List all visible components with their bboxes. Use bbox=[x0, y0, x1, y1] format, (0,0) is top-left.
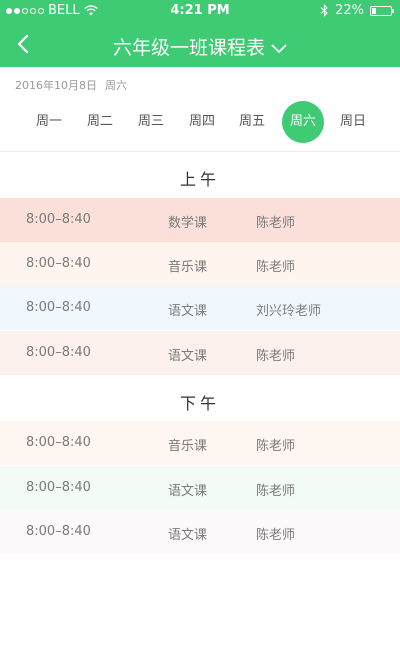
tab-saturday[interactable]: 周六 bbox=[282, 101, 324, 143]
class-time: 8:00–8:40 bbox=[26, 524, 91, 539]
teacher-name: 陈老师 bbox=[256, 528, 296, 543]
class-time: 8:00–8:40 bbox=[26, 480, 91, 495]
class-time: 8:00–8:40 bbox=[26, 212, 91, 227]
course-name: 语文课 bbox=[168, 349, 208, 364]
morning-label: 上午 bbox=[179, 170, 220, 189]
schedule-row[interactable]: 8:00–8:40 语文课 陈老师 bbox=[0, 331, 400, 375]
teacher-name: 陈老师 bbox=[256, 349, 296, 364]
class-time: 8:00–8:40 bbox=[26, 435, 91, 450]
date-weekday: 周六 bbox=[105, 79, 127, 92]
tab-sunday[interactable]: 周日 bbox=[332, 101, 374, 143]
afternoon-label: 下午 bbox=[179, 394, 220, 413]
app-header: BELL 4:21 PM 22% 六年级一班课程表 bbox=[0, 0, 400, 67]
class-selector[interactable]: 六年级一班课程表 bbox=[0, 33, 400, 60]
teacher-name: 陈老师 bbox=[256, 216, 296, 231]
current-date: 2016年10月8日 周六 bbox=[15, 77, 127, 93]
teacher-name: 陈老师 bbox=[256, 260, 296, 275]
tab-thursday[interactable]: 周四 bbox=[181, 101, 223, 143]
course-name: 音乐课 bbox=[168, 439, 208, 454]
divider bbox=[0, 151, 400, 152]
page-title: 六年级一班课程表 bbox=[112, 37, 265, 59]
week-tabs: 周一 周二 周三 周四 周五 周六 周日 bbox=[0, 100, 400, 144]
course-name: 语文课 bbox=[168, 304, 208, 319]
teacher-name: 刘兴玲老师 bbox=[256, 304, 322, 319]
tab-wednesday[interactable]: 周三 bbox=[130, 101, 172, 143]
schedule-row[interactable]: 8:00–8:40 音乐课 陈老师 bbox=[0, 421, 400, 465]
battery-icon bbox=[370, 5, 394, 16]
tab-friday[interactable]: 周五 bbox=[231, 101, 273, 143]
course-name: 音乐课 bbox=[168, 260, 208, 275]
bluetooth-icon bbox=[320, 4, 328, 17]
nav-bar: 六年级一班课程表 bbox=[0, 22, 400, 67]
course-name: 语文课 bbox=[168, 484, 208, 499]
tab-monday[interactable]: 周一 bbox=[28, 101, 70, 143]
schedule-row[interactable]: 8:00–8:40 音乐课 陈老师 bbox=[0, 242, 400, 286]
chevron-down-icon bbox=[271, 44, 287, 53]
course-name: 数学课 bbox=[168, 216, 208, 231]
class-time: 8:00–8:40 bbox=[26, 345, 91, 360]
schedule-row[interactable]: 8:00–8:40 数学课 陈老师 bbox=[0, 198, 400, 242]
status-bar: BELL 4:21 PM 22% bbox=[0, 0, 400, 22]
class-time: 8:00–8:40 bbox=[26, 300, 91, 315]
tab-tuesday[interactable]: 周二 bbox=[79, 101, 121, 143]
teacher-name: 陈老师 bbox=[256, 484, 296, 499]
class-time: 8:00–8:40 bbox=[26, 256, 91, 271]
course-name: 语文课 bbox=[168, 528, 208, 543]
status-right: 22% bbox=[320, 3, 394, 18]
battery-percent: 22% bbox=[335, 3, 364, 18]
schedule-row[interactable]: 8:00–8:40 语文课 陈老师 bbox=[0, 466, 400, 510]
date-text: 2016年10月8日 bbox=[15, 79, 97, 92]
teacher-name: 陈老师 bbox=[256, 439, 296, 454]
schedule-row[interactable]: 8:00–8:40 语文课 陈老师 bbox=[0, 510, 400, 554]
schedule-row[interactable]: 8:00–8:40 语文课 刘兴玲老师 bbox=[0, 286, 400, 330]
